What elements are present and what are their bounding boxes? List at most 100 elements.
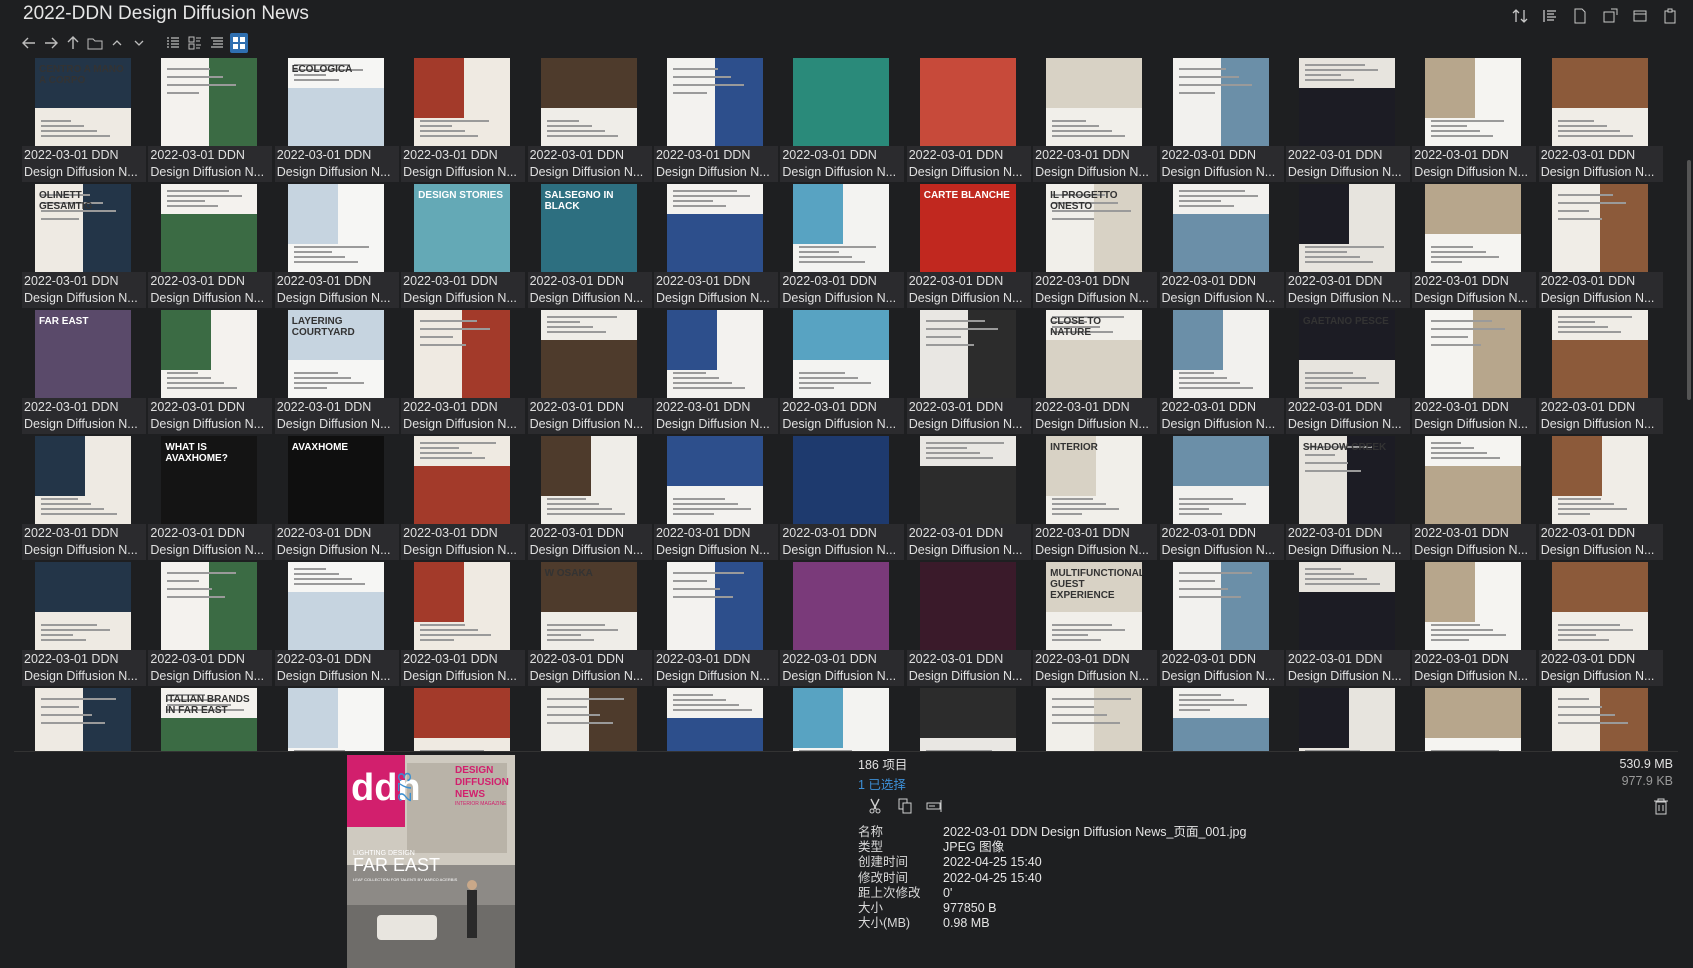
- file-thumbnail-tile[interactable]: 2022-03-01 DDN Design Diffusion N...: [1285, 184, 1412, 310]
- back-icon[interactable]: [20, 33, 38, 53]
- file-thumbnail-tile[interactable]: CLOSE TO NATURE 2022-03-01 DDN Design Diff…: [1033, 310, 1159, 436]
- file-thumbnail-tile[interactable]: 2022-03-01 DDN Design Diffusion N...: [401, 436, 527, 562]
- file-thumbnail-tile[interactable]: 2022-03-01 DDN Design Diffusion N...: [527, 58, 654, 184]
- file-thumbnail-tile[interactable]: 2022-03-01 DDN Design Diffusion N...: [653, 562, 780, 688]
- file-thumbnail-tile[interactable]: 2022-03-01 DDN Design Diffusion N...: [1538, 310, 1665, 436]
- file-thumbnail-tile[interactable]: [1160, 688, 1286, 751]
- file-thumbnail-tile[interactable]: 2022-03-01 DDN Design Diffusion N...: [1285, 58, 1412, 184]
- file-thumbnail-tile[interactable]: 2022-03-01 DDN Design Diffusion N...: [401, 310, 527, 436]
- file-thumbnail-tile[interactable]: [275, 688, 401, 751]
- file-thumbnail-tile[interactable]: 2022-03-01 DDN Design Diffusion N...: [527, 436, 654, 562]
- folder-icon[interactable]: [86, 33, 104, 53]
- rename-icon[interactable]: [926, 797, 944, 815]
- forward-icon[interactable]: [42, 33, 60, 53]
- sort-icon[interactable]: [1509, 5, 1531, 27]
- list-view-icon[interactable]: [164, 33, 182, 53]
- file-thumbnail-tile[interactable]: 2022-03-01 DDN Design Diffusion N...: [1412, 58, 1538, 184]
- selected-count[interactable]: 1 已选择: [858, 774, 907, 793]
- file-thumbnail-tile[interactable]: 2022-03-01 DDN Design Diffusion N...: [1538, 58, 1665, 184]
- file-thumbnail-tile[interactable]: 2022-03-01 DDN Design Diffusion N...: [906, 58, 1033, 184]
- vertical-scrollbar[interactable]: [1687, 160, 1691, 400]
- chevron-down-icon[interactable]: [130, 33, 148, 53]
- file-thumbnail-tile[interactable]: 2022-03-01 DDN Design Diffusion N...: [780, 310, 906, 436]
- file-thumbnail-tile[interactable]: 2022-03-01 DDN Design Diffusion N...: [653, 310, 780, 436]
- file-thumbnail-tile[interactable]: [22, 688, 148, 751]
- file-thumbnail-tile[interactable]: WHAT IS AVAXHOME? 2022-03-01 DDN Design Di…: [148, 436, 274, 562]
- file-thumbnail-tile[interactable]: CARTE BLANCHE 2022-03-01 DDN Design Diffus…: [906, 184, 1033, 310]
- file-thumbnail-tile[interactable]: 2022-03-01 DDN Design Diffusion N...: [1538, 436, 1665, 562]
- file-thumbnail-tile[interactable]: IL PROGETTO ONESTO 2022-03-01 DDN Design D…: [1033, 184, 1159, 310]
- file-thumbnail-tile[interactable]: 2022-03-01 DDN Design Diffusion N...: [1538, 562, 1665, 688]
- file-thumbnail-tile[interactable]: [907, 688, 1033, 751]
- file-thumbnail-tile[interactable]: 2022-03-01 DDN Design Diffusion N...: [148, 310, 274, 436]
- file-thumbnail-tile[interactable]: [528, 688, 654, 751]
- file-thumbnail-tile[interactable]: OLINETT GESAMTIG 2022-03-01 DDN Design Dif…: [22, 184, 148, 310]
- delete-icon[interactable]: [1653, 797, 1671, 815]
- file-thumbnail-tile[interactable]: 2022-03-01 DDN Design Diffusion N...: [1159, 562, 1286, 688]
- window-icon[interactable]: [1629, 5, 1651, 27]
- file-thumbnail-tile[interactable]: 2022-03-01 DDN Design Diffusion N...: [906, 562, 1033, 688]
- copy-icon[interactable]: [896, 797, 914, 815]
- file-thumbnail-tile[interactable]: 2022-03-01 DDN Design Diffusion N...: [653, 58, 780, 184]
- file-thumbnail-tile[interactable]: SALSEGNO IN BLACK 2022-03-01 DDN Design Di…: [527, 184, 654, 310]
- file-thumbnail-tile[interactable]: 2022-03-01 DDN Design Diffusion N...: [274, 562, 401, 688]
- up-icon[interactable]: [64, 33, 82, 53]
- cut-icon[interactable]: [866, 797, 884, 815]
- file-thumbnail-tile[interactable]: 2022-03-01 DDN Design Diffusion N...: [1412, 184, 1538, 310]
- file-thumbnail-tile[interactable]: 2022-03-01 DDN Design Diffusion N...: [1538, 184, 1665, 310]
- file-thumbnail-tile[interactable]: 2022-03-01 DDN Design Diffusion N...: [906, 310, 1033, 436]
- file-thumbnail-tile[interactable]: W OSAKA 2022-03-01 DDN Design Diffusion N.…: [527, 562, 654, 688]
- file-thumbnail-tile[interactable]: FAR EAST 2022-03-01 DDN Design Diffusion N…: [22, 310, 148, 436]
- file-thumbnail-tile[interactable]: SHADOW CREEK 2022-03-01 DDN Design Diffusi…: [1285, 436, 1412, 562]
- details-view-icon[interactable]: [186, 33, 204, 53]
- details-pane-icon[interactable]: [1539, 5, 1561, 27]
- file-thumbnail-tile[interactable]: 2022-03-01 DDN Design Diffusion N...: [401, 562, 527, 688]
- file-thumbnail-tile[interactable]: [654, 688, 780, 751]
- file-thumbnail-tile[interactable]: 2022-03-01 DDN Design Diffusion N...: [1412, 310, 1538, 436]
- file-thumbnail-tile[interactable]: 2022-03-01 DDN Design Diffusion N...: [1412, 436, 1538, 562]
- file-thumbnail-tile[interactable]: LAYERING COURTYARD 2022-03-01 DDN Design D…: [274, 310, 401, 436]
- file-thumbnail-tile[interactable]: ITALIAN BRANDS IN FAR EAST: [148, 688, 274, 751]
- file-thumbnail-tile[interactable]: 2022-03-01 DDN Design Diffusion N...: [653, 184, 780, 310]
- file-thumbnail-tile[interactable]: 2022-03-01 DDN Design Diffusion N...: [1159, 184, 1286, 310]
- file-thumbnail-tile[interactable]: 2022-03-01 DDN Design Diffusion N...: [780, 58, 906, 184]
- file-thumbnail-tile[interactable]: 2022-03-01 DDN Design Diffusion N...: [148, 562, 274, 688]
- file-thumbnail-tile[interactable]: 2022-03-01 DDN Design Diffusion N...: [274, 184, 401, 310]
- chevron-up-icon[interactable]: [108, 33, 126, 53]
- file-thumbnail-tile[interactable]: GAETANO PESCE 2022-03-01 DDN Design Diffus…: [1285, 310, 1412, 436]
- file-thumbnail-tile[interactable]: CENTRO A MANO A CORPO 2022-03-01 DDN Desig…: [22, 58, 148, 184]
- file-thumbnail-tile[interactable]: 2022-03-01 DDN Design Diffusion N...: [22, 562, 148, 688]
- file-thumbnail-tile[interactable]: MULTIFUNCTIONAL GUEST EXPERIENCE 2022-03-…: [1033, 562, 1159, 688]
- file-thumbnail-tile[interactable]: 2022-03-01 DDN Design Diffusion N...: [1159, 310, 1286, 436]
- file-thumbnail-tile[interactable]: [780, 688, 906, 751]
- tiles-view-icon[interactable]: [208, 33, 226, 53]
- file-thumbnail-tile[interactable]: ECOLOGICA 2022-03-01 DDN Design Diffusion …: [274, 58, 401, 184]
- file-thumbnail-tile[interactable]: DESIGN STORIES 2022-03-01 DDN Design Diffu…: [401, 184, 527, 310]
- file-thumbnail-tile[interactable]: 2022-03-01 DDN Design Diffusion N...: [780, 436, 906, 562]
- clipboard-icon[interactable]: [1659, 5, 1681, 27]
- file-thumbnail-tile[interactable]: 2022-03-01 DDN Design Diffusion N...: [148, 58, 274, 184]
- file-thumbnail-tile[interactable]: 2022-03-01 DDN Design Diffusion N...: [1412, 562, 1538, 688]
- file-thumbnail-tile[interactable]: AVAXHOME 2022-03-01 DDN Design Diffusion N…: [274, 436, 401, 562]
- file-thumbnail-tile[interactable]: 2022-03-01 DDN Design Diffusion N...: [653, 436, 780, 562]
- file-thumbnail-tile[interactable]: 2022-03-01 DDN Design Diffusion N...: [1159, 436, 1286, 562]
- file-grid-viewport[interactable]: CENTRO A MANO A CORPO 2022-03-01 DDN Desig…: [14, 56, 1678, 752]
- file-thumbnail-tile[interactable]: [1286, 688, 1412, 751]
- file-thumbnail-tile[interactable]: 2022-03-01 DDN Design Diffusion N...: [906, 436, 1033, 562]
- file-thumbnail-tile[interactable]: 2022-03-01 DDN Design Diffusion N...: [1033, 58, 1159, 184]
- file-thumbnail-tile[interactable]: [401, 688, 527, 751]
- file-thumbnail-tile[interactable]: 2022-03-01 DDN Design Diffusion N...: [401, 58, 527, 184]
- file-thumbnail-tile[interactable]: 2022-03-01 DDN Design Diffusion N...: [527, 310, 654, 436]
- resize-icon[interactable]: [1599, 5, 1621, 27]
- file-thumbnail-tile[interactable]: 2022-03-01 DDN Design Diffusion N...: [1285, 562, 1412, 688]
- file-icon[interactable]: [1569, 5, 1591, 27]
- file-thumbnail-tile[interactable]: 2022-03-01 DDN Design Diffusion N...: [780, 562, 906, 688]
- file-thumbnail-tile[interactable]: [1412, 688, 1538, 751]
- file-thumbnail-tile[interactable]: 2022-03-01 DDN Design Diffusion N...: [22, 436, 148, 562]
- file-thumbnail-tile[interactable]: 2022-03-01 DDN Design Diffusion N...: [1159, 58, 1286, 184]
- thumbnail-view-icon[interactable]: [230, 33, 248, 53]
- file-thumbnail-tile[interactable]: 2022-03-01 DDN Design Diffusion N...: [148, 184, 274, 310]
- file-thumbnail-tile[interactable]: [1539, 688, 1665, 751]
- file-thumbnail-tile[interactable]: INTERIOR 2022-03-01 DDN Design Diffusion N…: [1033, 436, 1159, 562]
- file-thumbnail-tile[interactable]: 2022-03-01 DDN Design Diffusion N...: [780, 184, 906, 310]
